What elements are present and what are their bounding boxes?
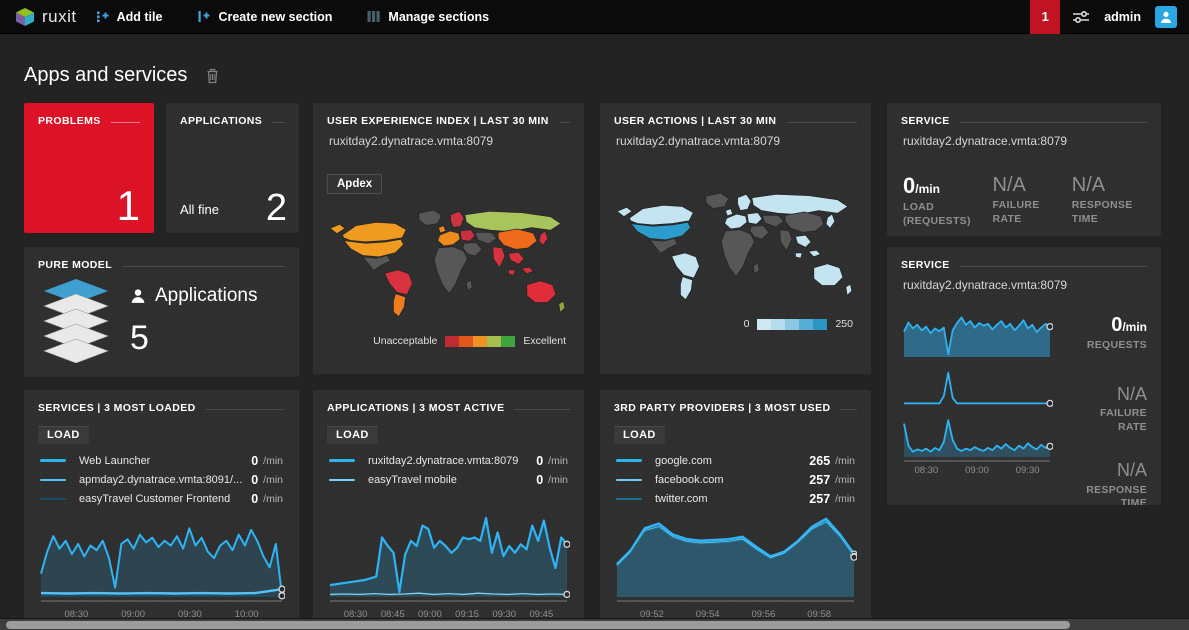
tile-title: PURE MODEL xyxy=(38,259,112,271)
tile-title: 3RD PARTY PROVIDERS | 3 MOST USED xyxy=(614,402,830,414)
apdex-legend: Unacceptable Excellent xyxy=(313,329,584,347)
failure-rate-sparkline xyxy=(901,366,1053,412)
legend-row[interactable]: facebook.com 257/min xyxy=(600,470,871,489)
services-load-chart xyxy=(38,514,285,602)
user-actions-legend-scale xyxy=(757,319,827,330)
nav-add-tile[interactable]: Add tile xyxy=(95,9,163,24)
dashboard: ruxit Add tile Create new section Manage… xyxy=(0,0,1189,630)
settings-sliders-icon[interactable] xyxy=(1072,9,1090,25)
logo-text: ruxit xyxy=(42,7,77,27)
tile-title: PROBLEMS xyxy=(38,115,101,127)
legend-min-label: 0 xyxy=(744,318,750,330)
metric-failure-rate: N/A FAILURE RATE xyxy=(993,174,1072,228)
horizontal-scrollbar xyxy=(0,618,1189,630)
nav-manage-sections[interactable]: Manage sections xyxy=(366,9,489,24)
apdex-chip[interactable]: Apdex xyxy=(327,174,382,194)
metric-failure-rate: N/A FAILURE RATE xyxy=(1053,385,1147,435)
tile-title: USER EXPERIENCE INDEX | LAST 30 MIN xyxy=(327,115,549,127)
username[interactable]: admin xyxy=(1104,10,1141,24)
tile-title: USER ACTIONS | LAST 30 MIN xyxy=(614,115,776,127)
metric-response-time: N/A RESPONSE TIME xyxy=(1072,174,1151,228)
tile-services-most-loaded[interactable]: SERVICES | 3 MOST LOADED LOAD Web Launch… xyxy=(24,390,299,621)
legend-row[interactable]: Web Launcher 0/min xyxy=(24,451,299,470)
layer-stack-icon xyxy=(38,277,114,363)
nav-label: Create new section xyxy=(218,10,332,24)
user-avatar[interactable] xyxy=(1155,6,1177,28)
sparkline-x-axis: 08:30 09:00 09:30 xyxy=(901,465,1053,476)
providers-load-chart xyxy=(614,514,857,602)
requests-sparkline xyxy=(901,306,1053,362)
metric-load: 0/min LOAD (REQUESTS) xyxy=(903,174,993,228)
scrollbar-thumb[interactable] xyxy=(6,621,1070,629)
applications-count: 2 xyxy=(266,189,287,227)
page-title: Apps and services xyxy=(24,64,187,87)
metric-requests: 0/min REQUESTS xyxy=(1053,314,1147,353)
apdex-legend-scale xyxy=(445,336,515,347)
legend-row[interactable]: ruxitday2.dynatrace.vmta:8079 0/min xyxy=(313,451,584,470)
tile-title: APPLICATIONS | 3 MOST ACTIVE xyxy=(327,402,504,414)
manage-sections-icon xyxy=(366,9,381,24)
pure-model-label: Applications xyxy=(155,285,257,307)
user-actions-legend: 0 250 xyxy=(600,312,871,330)
tile-problems[interactable]: PROBLEMS 1 xyxy=(24,103,154,233)
applications-person-icon xyxy=(130,288,146,304)
tile-providers-most-used[interactable]: 3RD PARTY PROVIDERS | 3 MOST USED LOAD g… xyxy=(600,390,871,621)
tile-applications-most-active[interactable]: APPLICATIONS | 3 MOST ACTIVE LOAD ruxitd… xyxy=(313,390,584,621)
page-title-row: Apps and services xyxy=(24,64,220,87)
tile-subtitle: ruxitday2.dynatrace.vmta:8079 xyxy=(600,127,871,148)
metric-response-time: N/A RESPONSE TIME xyxy=(1053,461,1147,505)
applications-status: All fine xyxy=(180,202,219,217)
ruxit-logo[interactable]: ruxit xyxy=(0,6,95,28)
create-section-icon xyxy=(196,9,211,24)
nav-create-section[interactable]: Create new section xyxy=(196,9,332,24)
person-icon xyxy=(1159,10,1173,24)
tile-title: SERVICE xyxy=(901,115,950,127)
navbar-right: 1 admin xyxy=(1030,0,1189,33)
legend-max-label: Excellent xyxy=(523,335,566,347)
legend-min-label: Unacceptable xyxy=(373,335,437,347)
add-tile-icon xyxy=(95,9,110,24)
tile-user-experience-index[interactable]: USER EXPERIENCE INDEX | LAST 30 MIN ruxi… xyxy=(313,103,584,374)
legend-max-label: 250 xyxy=(835,318,853,330)
response-time-sparkline xyxy=(901,414,1053,462)
top-navbar: ruxit Add tile Create new section Manage… xyxy=(0,0,1189,34)
tile-subtitle: ruxitday2.dynatrace.vmta:8079 xyxy=(887,271,1161,292)
tile-service-charts[interactable]: SERVICE ruxitday2.dynatrace.vmta:8079 08… xyxy=(887,247,1161,505)
tile-subtitle: ruxitday2.dynatrace.vmta:8079 xyxy=(887,127,1161,148)
load-group-label: LOAD xyxy=(38,426,89,444)
problems-count: 1 xyxy=(117,185,140,227)
load-group-label: LOAD xyxy=(327,426,378,444)
tile-applications[interactable]: APPLICATIONS All fine 2 xyxy=(166,103,299,233)
tile-pure-model[interactable]: PURE MODEL Applications 5 xyxy=(24,247,299,377)
nav-label: Manage sections xyxy=(388,10,489,24)
tile-service-summary[interactable]: SERVICE ruxitday2.dynatrace.vmta:8079 0/… xyxy=(887,103,1161,236)
nav-label: Add tile xyxy=(117,10,163,24)
legend-row[interactable]: easyTravel mobile 0/min xyxy=(313,470,584,489)
applications-load-chart xyxy=(327,507,570,602)
legend-row[interactable]: google.com 265/min xyxy=(600,451,871,470)
tile-subtitle: ruxitday2.dynatrace.vmta:8079 xyxy=(313,127,584,148)
tile-title: SERVICES | 3 MOST LOADED xyxy=(38,402,196,414)
tile-title: APPLICATIONS xyxy=(180,115,262,127)
legend-row[interactable]: easyTravel Customer Frontend 0/min xyxy=(24,489,299,508)
ruxit-cube-icon xyxy=(14,6,36,28)
tile-title: SERVICE xyxy=(901,259,950,271)
delete-dashboard-icon[interactable] xyxy=(205,67,220,84)
apdex-world-map xyxy=(326,202,571,324)
load-group-label: LOAD xyxy=(614,426,665,444)
problem-count-badge[interactable]: 1 xyxy=(1030,0,1060,34)
tile-user-actions[interactable]: USER ACTIONS | LAST 30 MIN ruxitday2.dyn… xyxy=(600,103,871,374)
legend-row[interactable]: twitter.com 257/min xyxy=(600,489,871,508)
user-actions-world-map xyxy=(613,185,858,307)
pure-model-count: 5 xyxy=(130,321,257,355)
legend-row[interactable]: apmday2.dynatrace.vmta:8091/... 0/min xyxy=(24,470,299,489)
